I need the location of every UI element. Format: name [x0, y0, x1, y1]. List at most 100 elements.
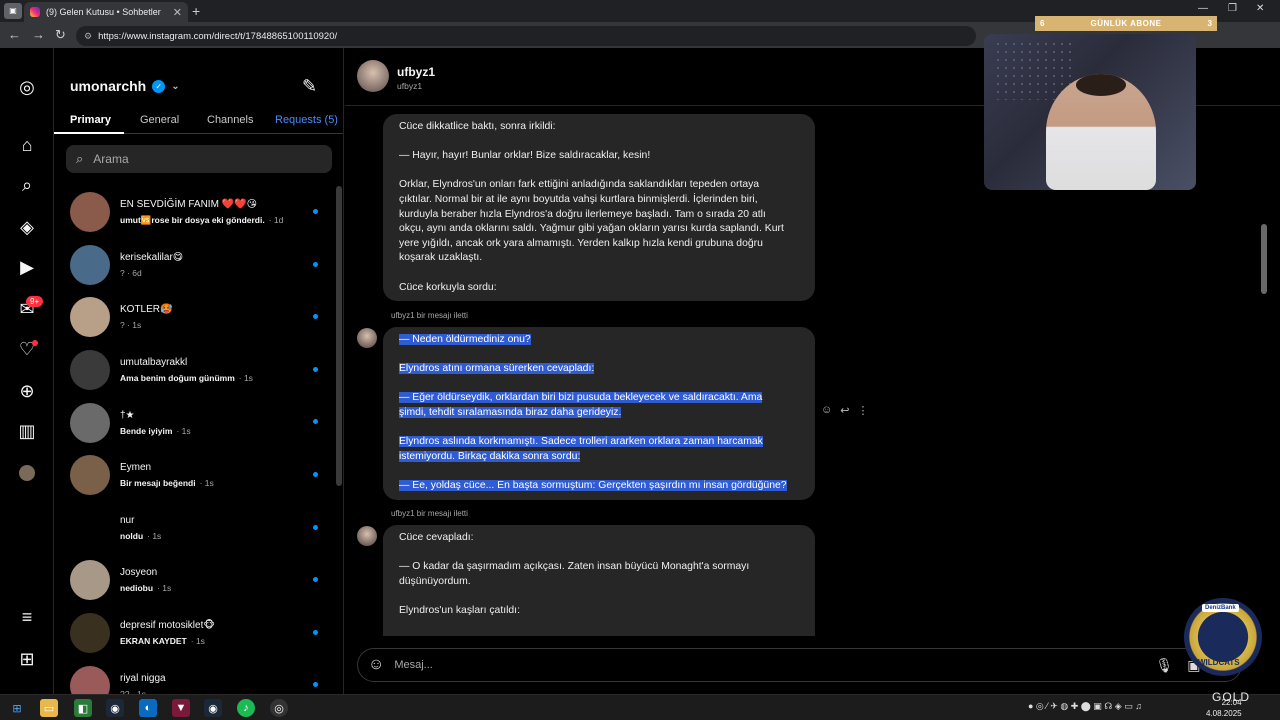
tab-channels[interactable]: Channels [207, 114, 253, 126]
obs-icon[interactable]: ◎ [270, 699, 288, 717]
sub-goal-title: GÜNLÜK ABONE [1090, 19, 1162, 28]
conversation-avatar [70, 192, 110, 233]
message-bubble[interactable]: Cüce dikkatlice baktı, sonra irkildi: — H… [383, 114, 815, 302]
conversation-item[interactable]: Eymen Bir mesajı beğendi · 1s [54, 449, 336, 502]
forward-icon[interactable]: → [32, 27, 45, 42]
nav-rail: ◎ ⌂ ⌕ ◈ ▶ ✉ 9+ ♡ ⊕ ▥ ≡ ⊞ [0, 48, 54, 694]
react-icon[interactable]: ☺ [821, 404, 832, 417]
message-composer[interactable]: ☺ Mesaj... 🎙 ▣ ♡ [357, 648, 1242, 682]
conversation-preview: umut🆚rose bir dosya eki gönderdi. · 1d [120, 215, 336, 226]
message-text: Cüce korkuyla sordu: [399, 281, 497, 293]
unread-dot [313, 524, 318, 530]
instagram-logo-icon[interactable]: ◎ [14, 74, 40, 100]
tab-general[interactable]: General [140, 114, 179, 126]
rank-label: GOLD [1212, 690, 1251, 704]
file-explorer-icon[interactable]: ▭ [40, 699, 58, 717]
message-line [399, 164, 799, 179]
conversation-name: KOTLER🥵 [120, 304, 173, 316]
unread-dot [313, 471, 318, 477]
tab-title: (9) Gelen Kutusu • Sohbetler [46, 7, 161, 17]
message-line: çıktılar. Normal bir at ile aynı boyutda… [399, 193, 799, 208]
message-line: şimdi, tehdit sıralamasında biraz daha g… [399, 406, 799, 421]
conversation-item[interactable]: depresif motosiklet🐵 EKRAN KAYDET · 1s [54, 607, 336, 660]
conversation-item[interactable]: umutalbayrakkl Ama benim doğum günümm · 1s [54, 344, 336, 397]
app-icon[interactable]: ▼ [172, 699, 190, 717]
chat-handle: ufbyz1 [397, 81, 423, 91]
new-message-icon[interactable]: ✎ [302, 76, 317, 97]
apps-icon[interactable]: ⊞ [14, 646, 40, 672]
start-icon[interactable]: ⊞ [8, 699, 26, 717]
new-tab-button[interactable]: + [192, 3, 200, 19]
profile-avatar[interactable] [14, 460, 40, 486]
home-icon[interactable]: ⌂ [14, 132, 40, 158]
account-switcher[interactable]: umonarchh ✓ ⌄ [70, 78, 180, 94]
message-line [399, 266, 799, 281]
message-line: Orklar, Elyndros'un onları fark ettiğini… [399, 178, 799, 193]
reels-icon[interactable]: ▶ [14, 254, 40, 280]
maximize-icon[interactable]: ❐ [1228, 3, 1237, 14]
system-tray-icons[interactable]: ● ◎ ⁄ ✈ ◍ ✚ ⬤ ▣ ☊ ◈ ▭ ♫ [1028, 701, 1142, 712]
conversation-name: Eymen [120, 462, 152, 474]
steam-icon-2[interactable]: ◉ [204, 699, 222, 717]
browser-tab[interactable]: (9) Gelen Kutusu • Sohbetler ✕ [24, 2, 188, 22]
preview-text: Bir mesajı beğendi [120, 478, 196, 489]
message-text: şimdi, tehdit sıralamasında biraz daha g… [399, 406, 622, 418]
conversation-item[interactable]: EN SEVDİĞİM FANIM ❤️❤️😘 umut🆚rose bir dos… [54, 186, 336, 239]
conversation-item[interactable]: riyal nigga?? · 1s [54, 659, 336, 694]
message-line: — Ee, yoldaş cüce... En başta sormuştum:… [399, 479, 799, 494]
microphone-icon[interactable]: 🎙 [1155, 657, 1173, 674]
more-menu-icon[interactable]: ≡ [14, 604, 40, 630]
message-text: yere yığıldı, ancak ork yara almamıştı. … [399, 237, 763, 249]
reply-icon[interactable]: ↩ [840, 404, 849, 417]
conversation-item[interactable]: kerisekalilar😋 ? · 6d [54, 239, 336, 292]
tab-primary[interactable]: Primary [70, 114, 111, 126]
url-field[interactable]: ⚙ https://www.instagram.com/direct/t/178… [76, 26, 976, 46]
emoji-icon[interactable]: ☺ [368, 656, 384, 674]
store-icon[interactable]: ◧ [74, 699, 92, 717]
create-icon[interactable]: ⊕ [14, 378, 40, 404]
search-input[interactable]: ⌕ Arama [66, 145, 332, 173]
conversation-text: Eymen Bir mesajı beğendi · 1s [120, 462, 336, 488]
unread-dot [313, 629, 318, 635]
explore-icon[interactable]: ◈ [14, 214, 40, 240]
preview-text: Ama benim doğum günümm [120, 373, 235, 384]
tab-requests[interactable]: Requests (5) [275, 114, 338, 126]
search-icon[interactable]: ⌕ [14, 172, 40, 198]
message-actions: ☺ ↩ ⋮ [821, 404, 868, 417]
inbox-scrollbar[interactable] [336, 186, 342, 486]
conversation-item[interactable]: Josyeon nediobu · 1s [54, 554, 336, 607]
messages-badge: 9+ [26, 296, 44, 307]
more-options-icon[interactable]: ⋮ [857, 404, 868, 417]
chat-scrollbar[interactable] [1261, 224, 1267, 294]
unread-dot [313, 366, 318, 372]
unread-dot [313, 261, 318, 267]
message-input[interactable]: Mesaj... [394, 659, 1155, 671]
preview-text: EKRAN KAYDET [120, 636, 187, 647]
tab-close-icon[interactable]: ✕ [173, 6, 182, 19]
reload-icon[interactable]: ↻ [55, 27, 66, 43]
conversation-item[interactable]: †★ Bende iyiyim · 1s [54, 396, 336, 449]
dashboard-icon[interactable]: ▥ [14, 418, 40, 444]
profile-icon[interactable]: ▣ [4, 3, 22, 19]
message-bubble[interactable]: Cüce cevapladı: — O kadar da şaşırmadım a… [383, 525, 815, 636]
message-text: Cüce cevapladı: [399, 532, 474, 543]
conversation-preview: Bir mesajı beğendi · 1s [120, 478, 336, 488]
site-info-icon[interactable]: ⚙ [84, 31, 92, 42]
minimize-icon[interactable]: — [1198, 3, 1208, 14]
conversation-item[interactable]: KOTLER🥵 ? · 1s [54, 291, 336, 344]
chat-avatar[interactable] [357, 60, 389, 92]
steam-icon[interactable]: ◉ [106, 699, 124, 717]
conversation-preview: noldu · 1s [120, 531, 336, 541]
sub-count-right: 3 [1207, 19, 1212, 28]
edge-icon[interactable]: ◐ [139, 699, 157, 717]
conversation-name: kerisekalilar😋 [120, 251, 184, 263]
conversation-item[interactable]: nur noldu · 1s [54, 502, 336, 555]
conversation-avatar [70, 665, 110, 694]
close-window-icon[interactable]: ✕ [1256, 3, 1264, 14]
spotify-icon[interactable]: ♪ [237, 699, 255, 717]
message-bubble-selected[interactable]: — Neden öldürmediniz onu? Elyndros atını … [383, 327, 815, 500]
conversation-text: kerisekalilar😋 ? · 6d [120, 252, 336, 278]
chat-name[interactable]: ufbyz1 [397, 65, 435, 79]
instagram-favicon-icon [30, 7, 40, 17]
back-icon[interactable]: ← [8, 27, 21, 42]
